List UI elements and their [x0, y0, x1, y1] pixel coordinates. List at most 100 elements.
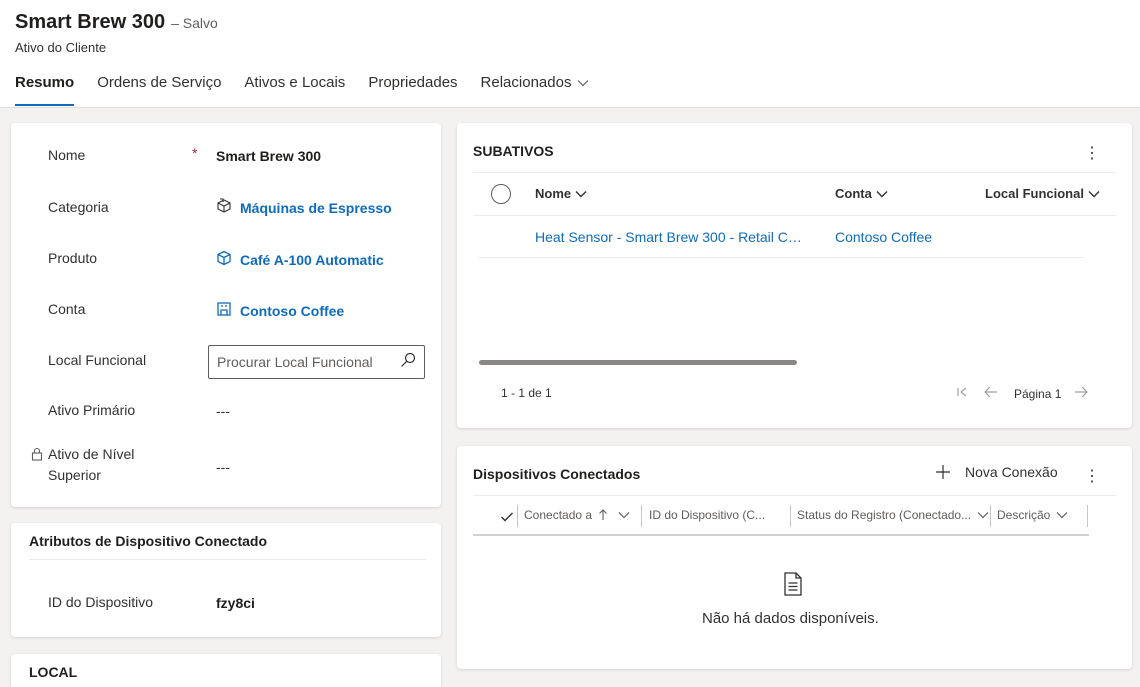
column-label: Status do Registro (Conectado...: [797, 508, 972, 522]
empty-state-message: Não há dados disponíveis.: [702, 610, 879, 627]
record-header: Smart Brew 300 – Salvo Ativo do Cliente …: [0, 0, 1140, 108]
divider: [473, 215, 1116, 216]
functional-location-lookup[interactable]: [208, 345, 425, 379]
tab-resumo[interactable]: Resumo: [15, 72, 75, 106]
tab-ordens-de-servico[interactable]: Ordens de Serviço: [97, 72, 221, 106]
chevron-down-icon: [1088, 190, 1100, 197]
section-title: LOCAL: [29, 664, 78, 680]
entity-name: Ativo do Cliente: [15, 40, 107, 55]
divider: [473, 172, 1116, 173]
column-header-conta[interactable]: Conta: [835, 186, 888, 201]
column-label: Conta: [835, 186, 872, 201]
section-title: Dispositivos Conectados: [473, 466, 641, 482]
title-row: Smart Brew 300 – Salvo: [15, 11, 218, 34]
chevron-down-icon: [577, 72, 589, 94]
tab-relacionados[interactable]: Relacionados: [481, 72, 590, 106]
account-lookup-value[interactable]: Contoso Coffee: [216, 301, 344, 320]
device-id-field[interactable]: fzy8ci: [216, 595, 255, 611]
functional-location-label: Local Funcional: [48, 352, 147, 368]
column-label: Nome: [535, 186, 572, 201]
plus-icon: [936, 465, 950, 479]
new-connection-button[interactable]: Nova Conexão: [935, 464, 1058, 480]
chevron-down-icon: [575, 190, 587, 197]
divider: [473, 534, 1089, 536]
category-link[interactable]: Máquinas de Espresso: [240, 200, 392, 216]
tab-label: Ativos e Locais: [244, 74, 346, 91]
general-section: Nome * Smart Brew 300 Categoria Máquinas…: [11, 123, 441, 507]
top-level-asset-label: Ativo de Nível Superior: [48, 444, 134, 486]
page-indicator: Página 1: [1014, 387, 1062, 401]
required-indicator: *: [192, 145, 198, 161]
checkmark-icon[interactable]: [500, 510, 514, 528]
column-header-id-dispositivo[interactable]: ID do Dispositivo (C...: [649, 508, 765, 522]
tab-ativos-e-locais[interactable]: Ativos e Locais: [244, 72, 345, 106]
column-label: Conectado a: [524, 508, 593, 522]
label-line: Superior: [48, 467, 101, 483]
category-label: Categoria: [48, 199, 109, 215]
sort-ascending-icon: [599, 509, 607, 520]
name-field[interactable]: Smart Brew 300: [216, 148, 321, 164]
product-lookup-value[interactable]: Café A-100 Automatic: [216, 250, 384, 269]
first-page-icon[interactable]: [956, 385, 968, 403]
button-label: Nova Conexão: [965, 464, 1058, 480]
product-link[interactable]: Café A-100 Automatic: [240, 252, 384, 268]
section-title: SUBATIVOS: [473, 143, 554, 159]
category-lookup-value[interactable]: Máquinas de Espresso: [216, 198, 392, 217]
tab-label: Ordens de Serviço: [97, 74, 222, 91]
chevron-down-icon: [876, 190, 888, 197]
device-id-label: ID do Dispositivo: [48, 594, 154, 610]
connected-devices-section: Dispositivos Conectados Nova Conexão ⋮ C…: [457, 446, 1132, 669]
save-status: – Salvo: [171, 15, 218, 31]
chevron-down-icon: [618, 512, 630, 519]
functional-location-input[interactable]: [217, 354, 400, 370]
column-header-local-funcional[interactable]: Local Funcional: [985, 186, 1100, 201]
account-link[interactable]: Contoso Coffee: [240, 303, 344, 319]
subassets-grid-section: SUBATIVOS ⋮ Nome Conta Local Funcional H…: [457, 123, 1132, 428]
subasset-account-link[interactable]: Contoso Coffee: [835, 229, 975, 245]
account-label: Conta: [48, 301, 86, 317]
record-title: Smart Brew 300: [15, 11, 166, 33]
column-separator: [990, 505, 991, 527]
tab-label: Relacionados: [480, 74, 572, 91]
tab-propriedades[interactable]: Propriedades: [368, 72, 457, 106]
column-header-descricao[interactable]: Descrição: [997, 508, 1068, 522]
category-entity-icon: [216, 198, 232, 217]
column-separator: [790, 505, 791, 527]
document-icon: [783, 572, 803, 601]
connected-device-attributes-section: Atributos de Dispositivo Conectado ID do…: [11, 523, 441, 637]
name-label: Nome: [48, 147, 86, 163]
location-section: LOCAL: [11, 654, 441, 687]
search-icon[interactable]: [400, 352, 416, 373]
product-label: Produto: [48, 250, 98, 266]
product-cube-icon: [216, 250, 232, 269]
divider: [29, 559, 426, 560]
parent-asset-field[interactable]: ---: [216, 403, 230, 419]
account-building-icon: [216, 301, 232, 320]
divider: [473, 495, 1116, 496]
column-separator: [1087, 505, 1088, 527]
next-page-icon[interactable]: [1074, 385, 1088, 403]
more-options-icon[interactable]: ⋮: [1084, 466, 1100, 486]
column-header-conectado-a[interactable]: Conectado a: [524, 508, 630, 522]
column-label: ID do Dispositivo (C...: [649, 508, 766, 522]
top-level-asset-field: ---: [216, 459, 230, 475]
column-label: Descrição: [997, 508, 1051, 522]
column-separator: [641, 505, 642, 527]
select-all-checkbox[interactable]: [491, 184, 511, 204]
horizontal-scrollbar[interactable]: [479, 360, 797, 365]
subasset-name-link[interactable]: Heat Sensor - Smart Brew 300 - Retail Cu…: [535, 229, 807, 245]
divider: [479, 257, 1084, 258]
column-label: Local Funcional: [985, 186, 1084, 201]
column-header-nome[interactable]: Nome: [535, 186, 587, 201]
parent-asset-label: Ativo Primário: [48, 402, 136, 418]
column-header-status-registro[interactable]: Status do Registro (Conectado...: [797, 508, 989, 522]
previous-page-icon[interactable]: [984, 385, 998, 403]
more-options-icon[interactable]: ⋮: [1084, 143, 1100, 163]
chevron-down-icon: [977, 512, 989, 519]
record-count: 1 - 1 de 1: [501, 386, 552, 400]
section-title: Atributos de Dispositivo Conectado: [29, 533, 268, 549]
tab-label: Resumo: [15, 74, 75, 91]
chevron-down-icon: [1056, 512, 1068, 519]
label-line: Ativo de Nível: [48, 446, 135, 462]
column-separator: [517, 505, 518, 527]
